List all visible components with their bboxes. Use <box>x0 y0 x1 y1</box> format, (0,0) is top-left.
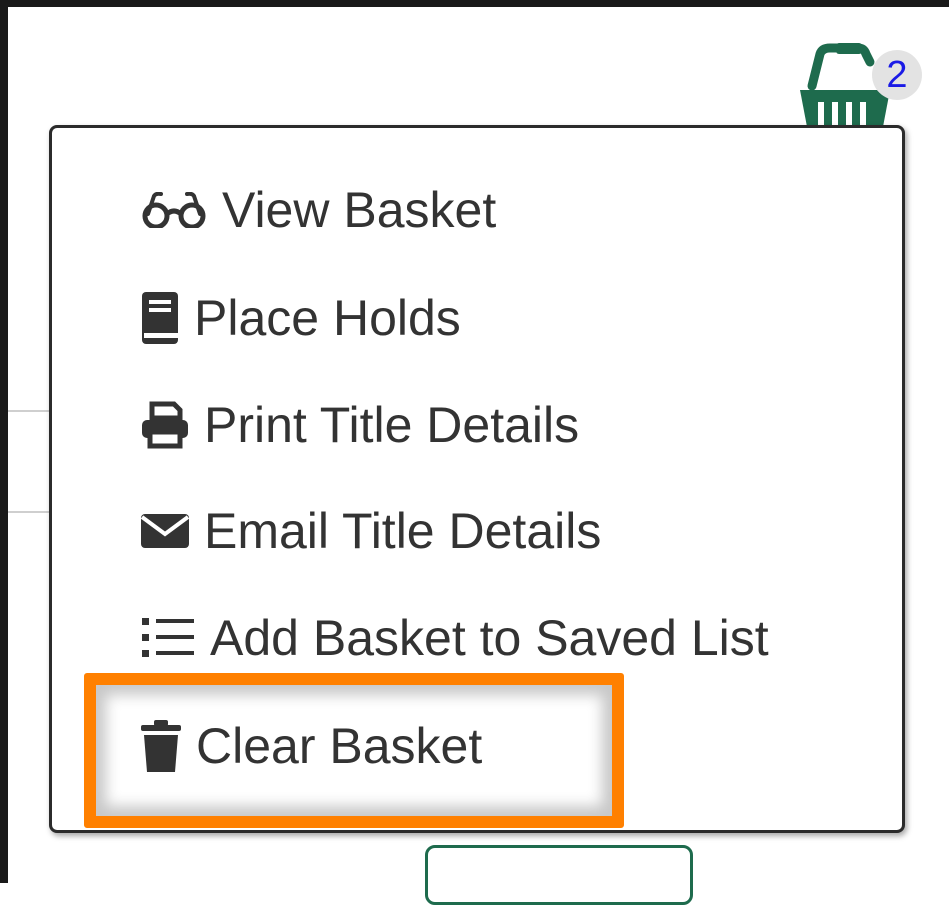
menu-item-label: Add Basket to Saved List <box>210 610 769 666</box>
menu-item-label: Email Title Details <box>204 503 602 559</box>
menu-item-view-basket[interactable]: View Basket <box>140 180 496 240</box>
menu-item-place-holds[interactable]: Place Holds <box>140 288 461 348</box>
page-button[interactable] <box>425 845 693 905</box>
book-icon <box>140 291 180 345</box>
basket-dropdown-menu: View Basket Place Holds Print Title Deta… <box>49 125 905 833</box>
menu-item-label: Place Holds <box>194 290 461 346</box>
trash-icon <box>140 719 182 773</box>
menu-item-clear-basket[interactable]: Clear Basket <box>140 716 482 776</box>
list-icon <box>140 615 196 661</box>
menu-item-label: View Basket <box>222 182 497 238</box>
menu-item-label: Clear Basket <box>196 718 483 774</box>
glasses-icon <box>140 192 208 228</box>
menu-item-print-title-details[interactable]: Print Title Details <box>140 395 579 455</box>
basket-count-badge: 2 <box>872 50 922 100</box>
menu-item-label: Print Title Details <box>204 397 580 453</box>
menu-item-email-title-details[interactable]: Email Title Details <box>140 501 601 561</box>
print-icon <box>140 400 190 450</box>
menu-item-add-basket-to-saved-list[interactable]: Add Basket to Saved List <box>140 608 769 668</box>
envelope-icon <box>140 512 190 550</box>
